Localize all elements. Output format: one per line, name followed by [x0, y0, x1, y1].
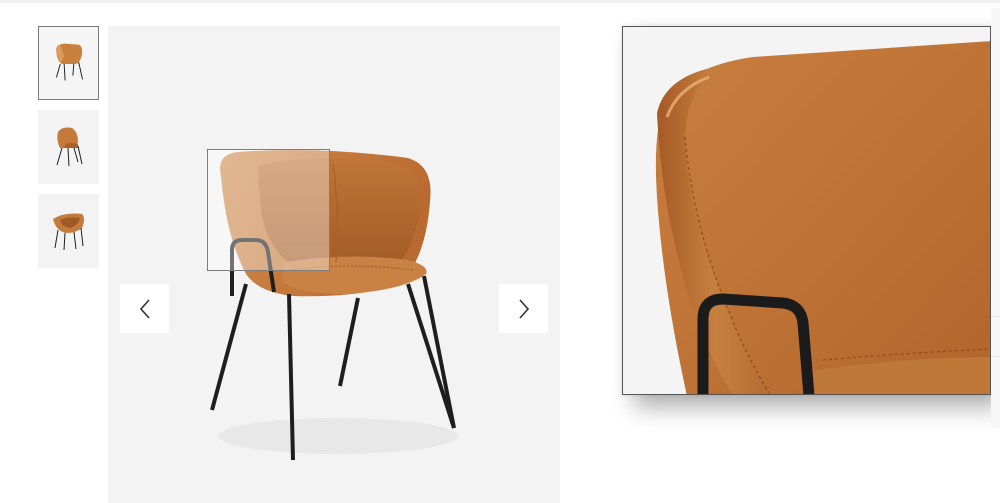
chair-front-thumbnail-icon: [55, 43, 83, 81]
thumbnail-1[interactable]: [38, 26, 99, 100]
top-divider: [0, 0, 1000, 3]
next-image-button[interactable]: [499, 284, 548, 333]
chair-photo-icon: [210, 150, 458, 461]
chevron-left-icon: [139, 298, 150, 319]
zoom-pane: [622, 26, 991, 395]
background-fragment: [991, 8, 1000, 428]
thumbnail-2[interactable]: [38, 110, 99, 184]
thumbnail-3[interactable]: [38, 194, 99, 268]
previous-image-button[interactable]: [120, 284, 169, 333]
chevron-right-icon: [518, 298, 529, 319]
main-image-stage[interactable]: [108, 26, 560, 503]
chair-side-thumbnail-icon: [56, 127, 83, 167]
chair-back-thumbnail-icon: [53, 213, 84, 251]
chair-zoom-detail-icon: [623, 27, 990, 394]
zoom-lens[interactable]: [207, 149, 330, 271]
